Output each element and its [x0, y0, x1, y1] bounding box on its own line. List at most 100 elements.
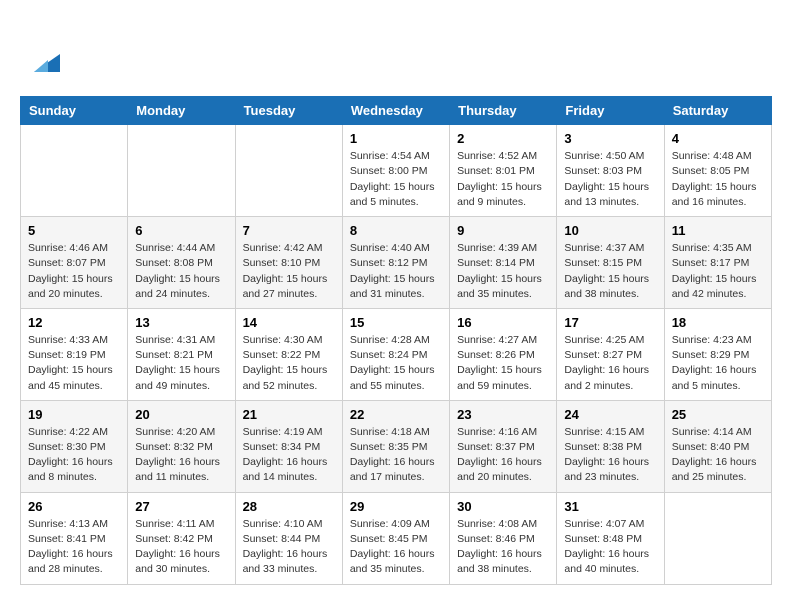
calendar-table: SundayMondayTuesdayWednesdayThursdayFrid… — [20, 96, 772, 584]
day-number: 22 — [350, 407, 442, 422]
day-info: Sunrise: 4:19 AM Sunset: 8:34 PM Dayligh… — [243, 425, 335, 486]
day-number: 13 — [135, 315, 227, 330]
calendar-cell: 21 Sunrise: 4:19 AM Sunset: 8:34 PM Dayli… — [235, 400, 342, 492]
day-number: 27 — [135, 499, 227, 514]
calendar-cell: 11 Sunrise: 4:35 AM Sunset: 8:17 PM Dayli… — [664, 217, 771, 309]
calendar-cell: 3 Sunrise: 4:50 AM Sunset: 8:03 PM Daylig… — [557, 125, 664, 217]
calendar-week-1: 1 Sunrise: 4:54 AM Sunset: 8:00 PM Daylig… — [21, 125, 772, 217]
day-number: 23 — [457, 407, 549, 422]
day-number: 10 — [564, 223, 656, 238]
calendar-cell — [235, 125, 342, 217]
calendar-cell: 18Sunrise: 4:23 AM Sunset: 8:29 PM Dayli… — [664, 308, 771, 400]
calendar-header-thursday: Thursday — [450, 97, 557, 125]
day-number: 12 — [28, 315, 120, 330]
day-info: Sunrise: 4:42 AM Sunset: 8:10 PM Dayligh… — [243, 241, 335, 302]
calendar-cell: 23 Sunrise: 4:16 AM Sunset: 8:37 PM Dayli… — [450, 400, 557, 492]
calendar-cell — [128, 125, 235, 217]
day-info: Sunrise: 4:50 AM Sunset: 8:03 PM Dayligh… — [564, 149, 656, 210]
day-info: Sunrise: 4:10 AM Sunset: 8:44 PM Dayligh… — [243, 517, 335, 578]
calendar-cell: 27 Sunrise: 4:11 AM Sunset: 8:42 PM Dayli… — [128, 492, 235, 584]
logo-text — [20, 20, 60, 80]
day-number: 9 — [457, 223, 549, 238]
day-info: Sunrise: 4:52 AM Sunset: 8:01 PM Dayligh… — [457, 149, 549, 210]
calendar-cell: 19 Sunrise: 4:22 AM Sunset: 8:30 PM Dayli… — [21, 400, 128, 492]
calendar-cell: 26Sunrise: 4:13 AM Sunset: 8:41 PM Dayli… — [21, 492, 128, 584]
day-number: 20 — [135, 407, 227, 422]
calendar-week-5: 26Sunrise: 4:13 AM Sunset: 8:41 PM Dayli… — [21, 492, 772, 584]
day-info: Sunrise: 4:33 AM Sunset: 8:19 PM Dayligh… — [28, 333, 120, 394]
calendar-cell — [21, 125, 128, 217]
day-info: Sunrise: 4:25 AM Sunset: 8:27 PM Dayligh… — [564, 333, 656, 394]
calendar-cell: 31Sunrise: 4:07 AM Sunset: 8:48 PM Dayli… — [557, 492, 664, 584]
day-number: 29 — [350, 499, 442, 514]
logo-icon — [24, 44, 60, 80]
day-info: Sunrise: 4:31 AM Sunset: 8:21 PM Dayligh… — [135, 333, 227, 394]
day-info: Sunrise: 4:22 AM Sunset: 8:30 PM Dayligh… — [28, 425, 120, 486]
calendar-header-tuesday: Tuesday — [235, 97, 342, 125]
day-number: 3 — [564, 131, 656, 146]
calendar-cell: 24Sunrise: 4:15 AM Sunset: 8:38 PM Dayli… — [557, 400, 664, 492]
day-number: 28 — [243, 499, 335, 514]
day-number: 31 — [564, 499, 656, 514]
day-number: 26 — [28, 499, 120, 514]
calendar-cell: 6Sunrise: 4:44 AM Sunset: 8:08 PM Daylig… — [128, 217, 235, 309]
calendar-cell: 29 Sunrise: 4:09 AM Sunset: 8:45 PM Dayli… — [342, 492, 449, 584]
calendar-cell: 8 Sunrise: 4:40 AM Sunset: 8:12 PM Daylig… — [342, 217, 449, 309]
calendar-cell: 30Sunrise: 4:08 AM Sunset: 8:46 PM Dayli… — [450, 492, 557, 584]
calendar-cell: 14 Sunrise: 4:30 AM Sunset: 8:22 PM Dayli… — [235, 308, 342, 400]
day-info: Sunrise: 4:54 AM Sunset: 8:00 PM Dayligh… — [350, 149, 442, 210]
day-info: Sunrise: 4:44 AM Sunset: 8:08 PM Dayligh… — [135, 241, 227, 302]
calendar-cell: 4 Sunrise: 4:48 AM Sunset: 8:05 PM Daylig… — [664, 125, 771, 217]
calendar-cell: 10Sunrise: 4:37 AM Sunset: 8:15 PM Dayli… — [557, 217, 664, 309]
day-info: Sunrise: 4:48 AM Sunset: 8:05 PM Dayligh… — [672, 149, 764, 210]
calendar-cell: 2 Sunrise: 4:52 AM Sunset: 8:01 PM Daylig… — [450, 125, 557, 217]
calendar-cell: 17 Sunrise: 4:25 AM Sunset: 8:27 PM Dayli… — [557, 308, 664, 400]
day-info: Sunrise: 4:16 AM Sunset: 8:37 PM Dayligh… — [457, 425, 549, 486]
day-number: 5 — [28, 223, 120, 238]
day-number: 24 — [564, 407, 656, 422]
day-number: 25 — [672, 407, 764, 422]
day-number: 7 — [243, 223, 335, 238]
calendar-cell: 5 Sunrise: 4:46 AM Sunset: 8:07 PM Daylig… — [21, 217, 128, 309]
calendar-week-4: 19 Sunrise: 4:22 AM Sunset: 8:30 PM Dayli… — [21, 400, 772, 492]
day-info: Sunrise: 4:39 AM Sunset: 8:14 PM Dayligh… — [457, 241, 549, 302]
calendar-cell: 13 Sunrise: 4:31 AM Sunset: 8:21 PM Dayli… — [128, 308, 235, 400]
day-info: Sunrise: 4:46 AM Sunset: 8:07 PM Dayligh… — [28, 241, 120, 302]
day-number: 15 — [350, 315, 442, 330]
day-info: Sunrise: 4:35 AM Sunset: 8:17 PM Dayligh… — [672, 241, 764, 302]
day-number: 8 — [350, 223, 442, 238]
day-number: 4 — [672, 131, 764, 146]
day-number: 14 — [243, 315, 335, 330]
day-number: 30 — [457, 499, 549, 514]
calendar-cell: 25 Sunrise: 4:14 AM Sunset: 8:40 PM Dayli… — [664, 400, 771, 492]
calendar-header-monday: Monday — [128, 97, 235, 125]
calendar-cell — [664, 492, 771, 584]
day-info: Sunrise: 4:28 AM Sunset: 8:24 PM Dayligh… — [350, 333, 442, 394]
day-info: Sunrise: 4:20 AM Sunset: 8:32 PM Dayligh… — [135, 425, 227, 486]
day-info: Sunrise: 4:40 AM Sunset: 8:12 PM Dayligh… — [350, 241, 442, 302]
day-number: 11 — [672, 223, 764, 238]
day-number: 16 — [457, 315, 549, 330]
day-number: 19 — [28, 407, 120, 422]
day-info: Sunrise: 4:30 AM Sunset: 8:22 PM Dayligh… — [243, 333, 335, 394]
calendar-cell: 28 Sunrise: 4:10 AM Sunset: 8:44 PM Dayli… — [235, 492, 342, 584]
day-info: Sunrise: 4:14 AM Sunset: 8:40 PM Dayligh… — [672, 425, 764, 486]
day-number: 17 — [564, 315, 656, 330]
calendar-cell: 12 Sunrise: 4:33 AM Sunset: 8:19 PM Dayli… — [21, 308, 128, 400]
calendar-cell: 16 Sunrise: 4:27 AM Sunset: 8:26 PM Dayli… — [450, 308, 557, 400]
calendar-header-row: SundayMondayTuesdayWednesdayThursdayFrid… — [21, 97, 772, 125]
day-number: 1 — [350, 131, 442, 146]
day-info: Sunrise: 4:09 AM Sunset: 8:45 PM Dayligh… — [350, 517, 442, 578]
logo — [20, 20, 60, 80]
calendar-cell: 1 Sunrise: 4:54 AM Sunset: 8:00 PM Daylig… — [342, 125, 449, 217]
day-info: Sunrise: 4:18 AM Sunset: 8:35 PM Dayligh… — [350, 425, 442, 486]
calendar-week-3: 12 Sunrise: 4:33 AM Sunset: 8:19 PM Dayli… — [21, 308, 772, 400]
page-header — [20, 20, 772, 80]
day-info: Sunrise: 4:11 AM Sunset: 8:42 PM Dayligh… — [135, 517, 227, 578]
calendar-cell: 20 Sunrise: 4:20 AM Sunset: 8:32 PM Dayli… — [128, 400, 235, 492]
day-number: 21 — [243, 407, 335, 422]
calendar-cell: 15 Sunrise: 4:28 AM Sunset: 8:24 PM Dayli… — [342, 308, 449, 400]
day-number: 2 — [457, 131, 549, 146]
calendar-week-2: 5 Sunrise: 4:46 AM Sunset: 8:07 PM Daylig… — [21, 217, 772, 309]
day-info: Sunrise: 4:27 AM Sunset: 8:26 PM Dayligh… — [457, 333, 549, 394]
